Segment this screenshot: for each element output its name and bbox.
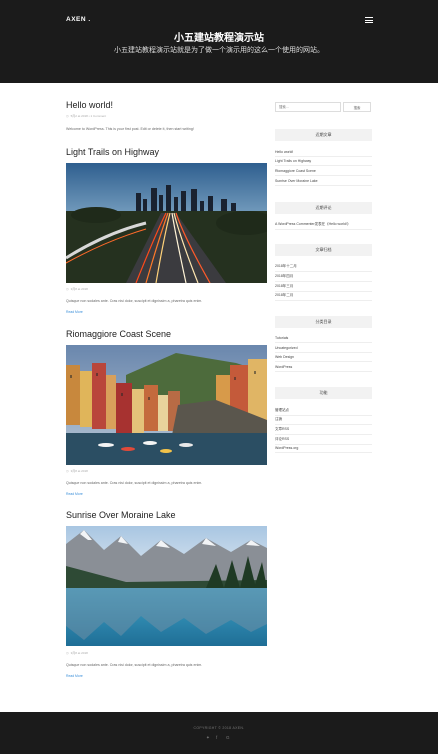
site-header: AXEN . 小五建站教程演示站 小五建站教程演示站就是为了做一个演示用的这么一…	[0, 0, 438, 83]
widget-title-recent-comments: 近期评论	[275, 202, 372, 214]
post-date: 3月8 at 2018	[70, 469, 88, 473]
post-title[interactable]: Hello world!	[66, 100, 113, 110]
clock-icon: ◷	[66, 651, 69, 655]
recent-post-link[interactable]: Sunrise Over Moraine Lake	[275, 179, 372, 186]
recent-post-link[interactable]: Light Trails on Highway	[275, 159, 372, 166]
menu-icon[interactable]	[365, 17, 373, 23]
archive-link[interactable]: 2018年二月	[275, 293, 372, 301]
post-excerpt: Quisque non sodales ante. Cras nisi dolo…	[66, 299, 203, 303]
clock-icon: ◷	[66, 469, 69, 473]
read-more-link[interactable]: Read More	[66, 674, 83, 678]
read-more-link[interactable]: Read More	[66, 492, 83, 496]
search-input[interactable]	[275, 102, 341, 112]
category-link[interactable]: WordPress	[275, 365, 372, 372]
post-title[interactable]: Sunrise Over Moraine Lake	[66, 510, 176, 520]
recent-post-link[interactable]: Riomaggiore Coast Scene	[275, 169, 372, 176]
facebook-icon[interactable]: f	[216, 735, 217, 740]
widget-title-meta: 功能	[275, 387, 372, 399]
post-featured-image[interactable]	[66, 163, 267, 283]
site-description: 小五建站教程演示站就是为了做一个演示用的这么一个使用的网站。	[114, 47, 324, 54]
post-featured-image[interactable]	[66, 345, 267, 465]
meta-link[interactable]: 文章RSS	[275, 427, 372, 435]
category-link[interactable]: Web Design	[275, 355, 372, 362]
archive-link[interactable]: 2018年十二月	[275, 264, 372, 272]
site-footer: COPYRIGHT © 2018 AXEN. ✦ f G	[0, 712, 438, 754]
post-date: 5月2 at 2018 • 1 Comment	[70, 114, 107, 118]
widget-title-archives: 文章归档	[275, 244, 372, 256]
category-link[interactable]: Uncategorized	[275, 346, 372, 353]
search-button[interactable]: 搜索	[343, 102, 371, 112]
post-date: 3月8 at 2018	[70, 651, 88, 655]
twitter-icon[interactable]: ✦	[206, 735, 210, 741]
recent-comment-link[interactable]: A WordPress Commenter发表在《Hello world!》	[275, 222, 372, 230]
meta-link[interactable]: WordPress.org	[275, 446, 372, 453]
post-title[interactable]: Riomaggiore Coast Scene	[66, 329, 171, 339]
post-excerpt: Quisque non sodales ante. Cras nisi dolo…	[66, 663, 203, 667]
meta-link[interactable]: 注销	[275, 417, 372, 425]
post-meta: ◷ 3月8 at 2018	[66, 651, 88, 655]
post-excerpt: Welcome to WordPress. This is your first…	[66, 127, 194, 131]
meta-link[interactable]: 评论RSS	[275, 437, 372, 445]
archive-link[interactable]: 2018年三月	[275, 284, 372, 292]
widget-title-categories: 分类目录	[275, 316, 372, 328]
archive-link[interactable]: 2018年四月	[275, 274, 372, 282]
post-date: 3月8 at 2018	[70, 287, 88, 291]
meta-link[interactable]: 管理站点	[275, 408, 372, 416]
recent-post-link[interactable]: Hello world!	[275, 150, 372, 157]
post-meta: ◷ 3月8 at 2018	[66, 469, 88, 473]
widget-title-recent-posts: 近期文章	[275, 129, 372, 141]
clock-icon: ◷	[66, 287, 69, 291]
site-logo[interactable]: AXEN .	[66, 16, 91, 23]
post-meta: ◷ 3月8 at 2018	[66, 287, 88, 291]
site-title[interactable]: 小五建站教程演示站	[0, 29, 438, 44]
copyright-text: COPYRIGHT © 2018 AXEN.	[193, 726, 245, 730]
post-featured-image[interactable]	[66, 526, 267, 646]
post-meta: ◷ 5月2 at 2018 • 1 Comment	[66, 114, 106, 118]
google-plus-icon[interactable]: G	[226, 735, 230, 740]
clock-icon: ◷	[66, 114, 69, 118]
category-link[interactable]: Tutorials	[275, 336, 372, 343]
post-excerpt: Quisque non sodales ante. Cras nisi dolo…	[66, 481, 203, 485]
post-title[interactable]: Light Trails on Highway	[66, 147, 159, 157]
read-more-link[interactable]: Read More	[66, 310, 83, 314]
